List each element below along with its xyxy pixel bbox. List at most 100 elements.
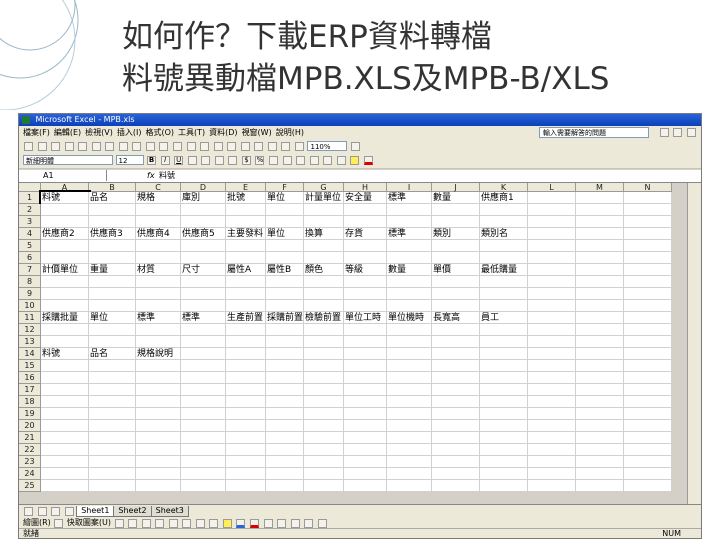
table-cell[interactable] [387, 252, 432, 264]
table-cell[interactable] [432, 240, 480, 252]
align-center-icon[interactable] [201, 156, 211, 165]
table-cell[interactable]: 標準 [387, 192, 432, 204]
table-cell[interactable] [344, 204, 387, 216]
table-cell[interactable] [136, 396, 181, 408]
table-cell[interactable] [576, 444, 624, 456]
table-cell[interactable] [480, 216, 528, 228]
table-cell[interactable]: 採購批量 [41, 312, 89, 324]
table-cell[interactable] [304, 336, 344, 348]
table-cell[interactable]: 單位 [266, 192, 304, 204]
select-all-corner[interactable] [19, 183, 41, 192]
table-cell[interactable] [387, 456, 432, 468]
table-cell[interactable] [304, 384, 344, 396]
table-cell[interactable] [624, 432, 672, 444]
table-cell[interactable]: 品名 [89, 192, 136, 204]
table-cell[interactable] [226, 216, 266, 228]
table-cell[interactable] [226, 348, 266, 360]
table-cell[interactable] [576, 384, 624, 396]
3d-icon[interactable] [317, 519, 327, 528]
table-cell[interactable] [432, 372, 480, 384]
table-cell[interactable] [304, 276, 344, 288]
table-cell[interactable] [226, 336, 266, 348]
table-cell[interactable] [576, 204, 624, 216]
table-cell[interactable] [41, 324, 89, 336]
table-cell[interactable] [387, 444, 432, 456]
table-cell[interactable] [266, 360, 304, 372]
line-icon[interactable] [114, 519, 124, 528]
table-cell[interactable] [41, 444, 89, 456]
table-cell[interactable] [387, 480, 432, 492]
spelling-icon[interactable] [118, 142, 128, 151]
table-cell[interactable] [266, 408, 304, 420]
paste-icon[interactable] [173, 142, 183, 151]
table-cell[interactable] [576, 432, 624, 444]
restore-icon[interactable] [673, 128, 683, 137]
table-cell[interactable] [136, 456, 181, 468]
table-cell[interactable]: 標準 [181, 312, 226, 324]
formula-input[interactable]: 料號 [159, 170, 175, 182]
table-cell[interactable]: 供應商1 [480, 192, 528, 204]
table-cell[interactable] [432, 288, 480, 300]
table-cell[interactable] [41, 384, 89, 396]
table-cell[interactable] [432, 420, 480, 432]
table-cell[interactable] [528, 408, 576, 420]
table-cell[interactable]: 存貨 [344, 228, 387, 240]
table-cell[interactable]: 生產前置 [226, 312, 266, 324]
table-cell[interactable] [266, 468, 304, 480]
table-cell[interactable] [41, 216, 89, 228]
table-cell[interactable]: 料號 [39, 190, 91, 206]
select-objects-icon[interactable] [54, 519, 64, 528]
table-cell[interactable] [181, 252, 226, 264]
table-cell[interactable] [41, 300, 89, 312]
table-cell[interactable] [226, 372, 266, 384]
table-cell[interactable] [344, 480, 387, 492]
table-cell[interactable] [89, 480, 136, 492]
table-cell[interactable] [181, 336, 226, 348]
table-cell[interactable]: 計價單位 [41, 264, 89, 276]
table-cell[interactable] [624, 228, 672, 240]
table-cell[interactable]: 最低購量 [480, 264, 528, 276]
table-cell[interactable] [136, 288, 181, 300]
table-cell[interactable] [576, 216, 624, 228]
row-header[interactable]: 7 [19, 264, 41, 276]
table-cell[interactable] [432, 408, 480, 420]
print-icon[interactable] [91, 142, 101, 151]
table-cell[interactable] [528, 336, 576, 348]
row-header[interactable]: 16 [19, 372, 41, 384]
save-icon[interactable] [51, 142, 61, 151]
table-cell[interactable] [624, 252, 672, 264]
table-cell[interactable] [266, 444, 304, 456]
table-cell[interactable]: 規格說明 [136, 348, 181, 360]
table-cell[interactable] [226, 456, 266, 468]
table-cell[interactable] [480, 252, 528, 264]
column-header[interactable]: K [480, 183, 528, 192]
table-cell[interactable] [528, 444, 576, 456]
table-cell[interactable] [387, 396, 432, 408]
table-cell[interactable] [304, 420, 344, 432]
table-cell[interactable] [344, 372, 387, 384]
table-cell[interactable] [576, 252, 624, 264]
table-cell[interactable] [181, 348, 226, 360]
table-cell[interactable] [266, 288, 304, 300]
table-cell[interactable]: 屬性B [266, 264, 304, 276]
zoom-select[interactable]: 110% [307, 141, 348, 151]
table-cell[interactable] [624, 204, 672, 216]
permission-icon[interactable] [64, 142, 74, 151]
table-cell[interactable] [344, 408, 387, 420]
table-cell[interactable] [136, 372, 181, 384]
table-cell[interactable]: 單位 [89, 312, 136, 324]
table-cell[interactable] [480, 468, 528, 480]
table-cell[interactable] [344, 348, 387, 360]
table-cell[interactable] [136, 408, 181, 420]
underline-button[interactable]: U [174, 156, 184, 165]
table-cell[interactable] [387, 276, 432, 288]
table-cell[interactable] [576, 288, 624, 300]
table-cell[interactable] [304, 300, 344, 312]
table-cell[interactable] [387, 288, 432, 300]
bold-button[interactable]: B [147, 156, 157, 165]
shadow-icon[interactable] [304, 519, 314, 528]
table-cell[interactable] [624, 336, 672, 348]
table-cell[interactable]: 等級 [344, 264, 387, 276]
table-cell[interactable] [41, 420, 89, 432]
table-cell[interactable] [181, 480, 226, 492]
